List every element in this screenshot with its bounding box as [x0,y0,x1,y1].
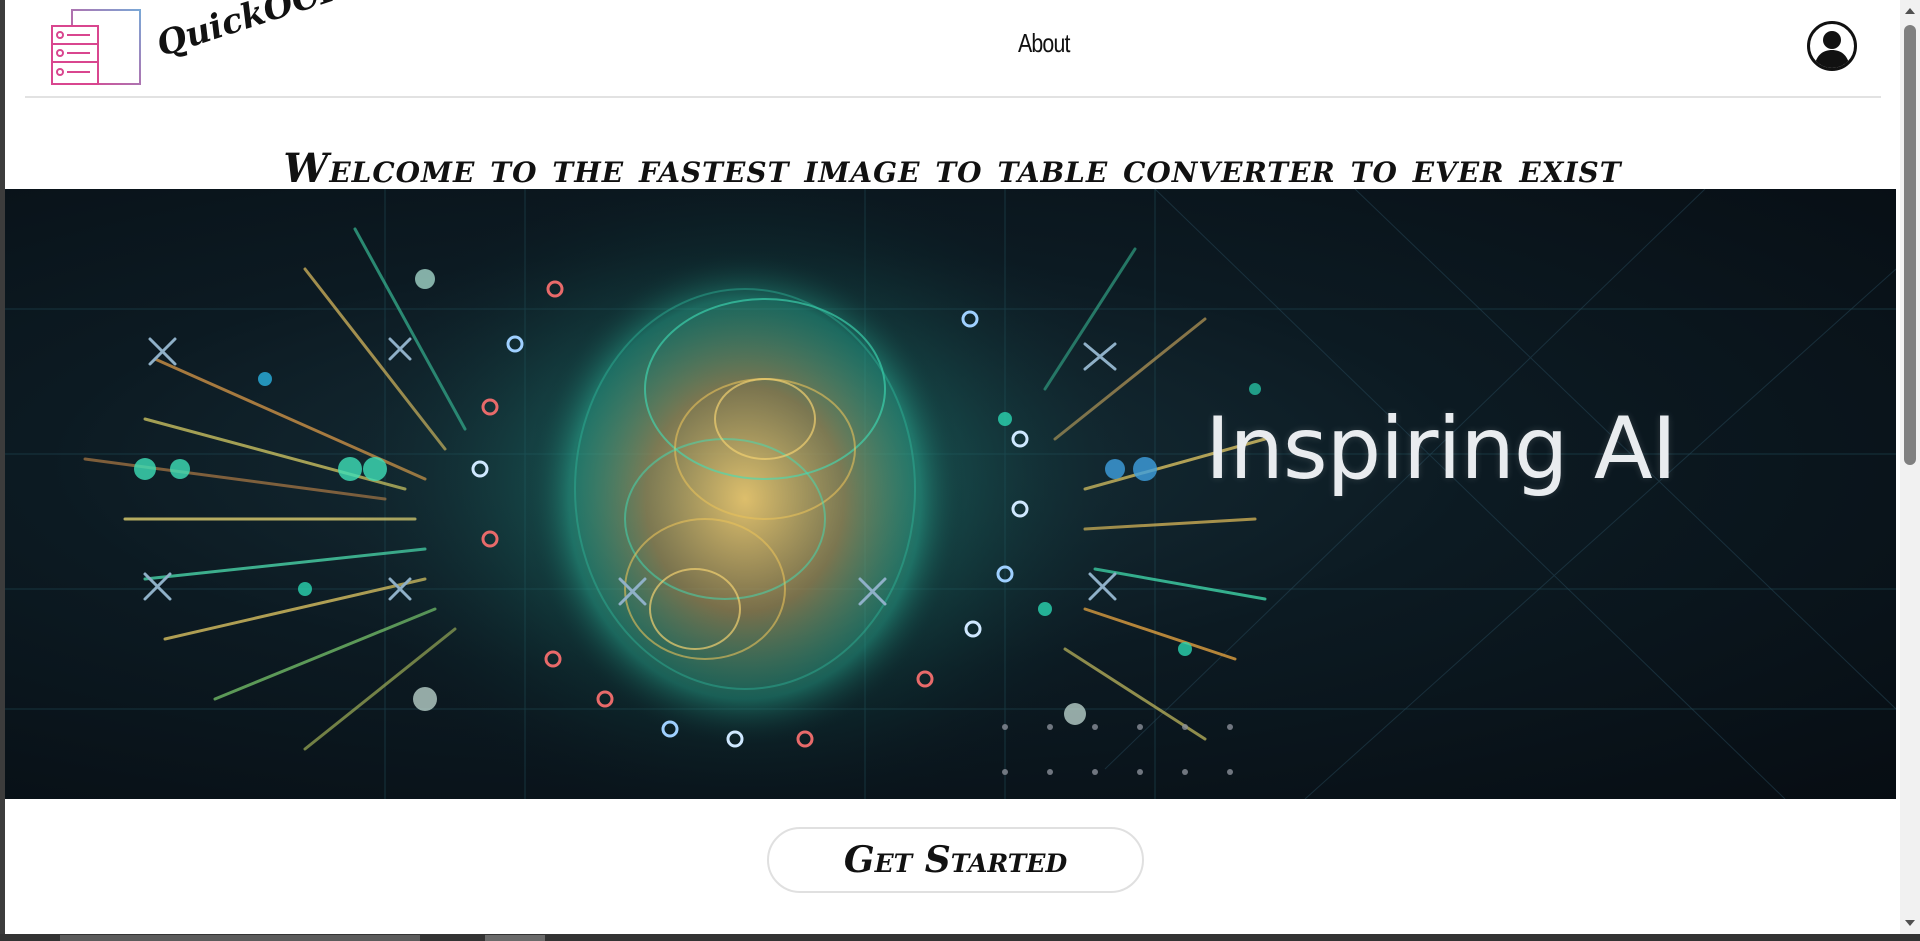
page-headline: Welcome to the fastest image to table co… [283,144,1622,192]
vertical-scrollbar[interactable] [1900,0,1920,934]
nav-divider [25,96,1881,98]
user-avatar-icon[interactable] [1807,21,1857,71]
scroll-down-arrow-icon[interactable] [1905,920,1915,926]
logo-text: QuickOCR [151,0,352,66]
page-viewport: QuickOCR About Welcome to the fastest im… [0,0,1920,934]
table-grid-icon [51,9,141,85]
get-started-button[interactable]: Get Started [767,827,1144,893]
hero-banner-text: Inspiring AI [1205,399,1677,499]
scroll-thumb[interactable] [1904,25,1916,465]
nav-link-about[interactable]: About [1018,28,1070,59]
navbar: QuickOCR About [5,0,1900,98]
taskbar-tab[interactable] [485,935,545,941]
taskbar-strip [0,934,1920,941]
scroll-up-arrow-icon[interactable] [1905,8,1915,14]
logo[interactable]: QuickOCR [50,0,351,88]
taskbar-tab[interactable] [60,935,420,941]
hero-banner: Inspiring AI [5,189,1896,799]
